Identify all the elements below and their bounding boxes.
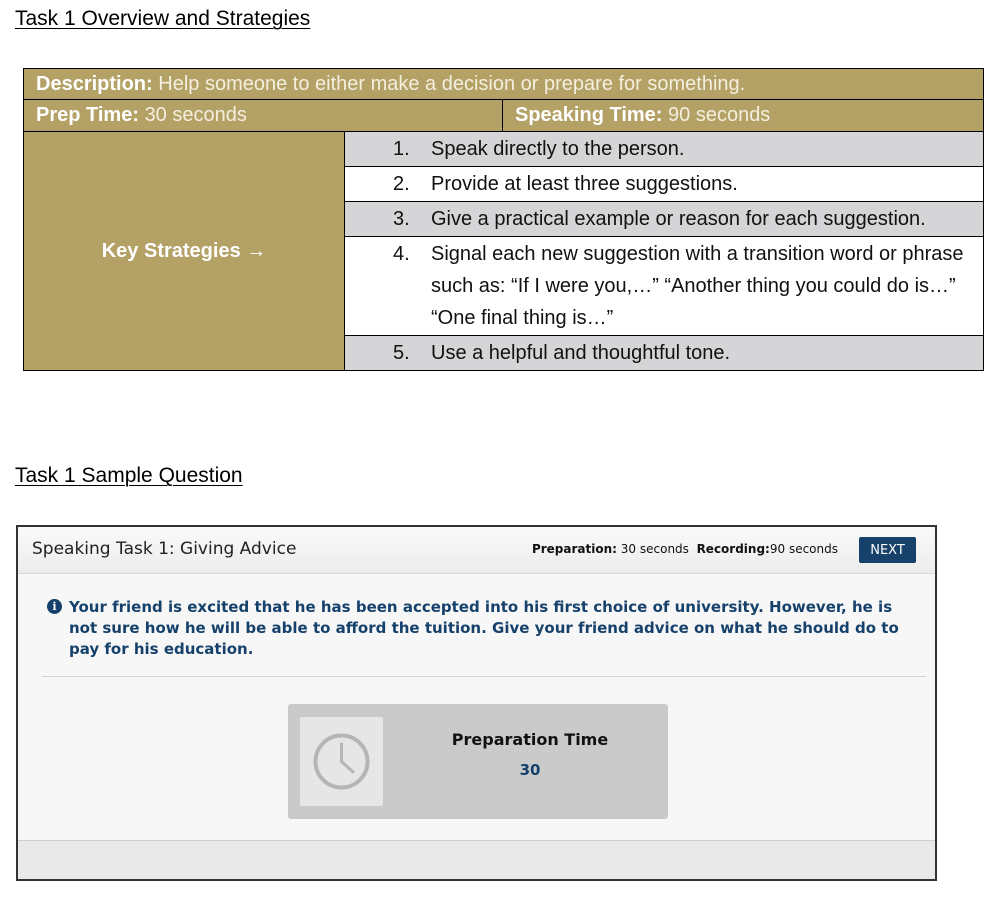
prep-time-label: Prep Time:: [36, 104, 139, 126]
preparation-label: Preparation:: [531, 542, 617, 556]
overview-heading: Task 1 Overview and Strategies: [15, 7, 311, 30]
strategy-number: 5.: [393, 342, 410, 364]
clock-icon: [313, 733, 370, 790]
strategy-number: 1.: [393, 138, 410, 160]
time-row: Prep Time: 30 seconds Speaking Time: 90 …: [23, 99, 984, 132]
strategy-text: Speak directly to the person.: [431, 138, 685, 160]
window-header: Speaking Task 1: Giving Advice Preparati…: [18, 527, 935, 574]
divider: [42, 676, 926, 677]
speaking-time-value: 90 seconds: [668, 104, 771, 126]
strategy-text: Give a practical example or reason for e…: [431, 208, 926, 230]
strategy-table: Description: Help someone to either make…: [23, 68, 984, 371]
sample-heading: Task 1 Sample Question: [15, 464, 243, 487]
strategy-item-3: 3. Give a practical example or reason for…: [344, 201, 984, 237]
timings: Preparation: 30 seconds Recording:90 sec…: [532, 542, 838, 556]
strategy-text: Provide at least three suggestions.: [431, 173, 738, 195]
strategy-text: Use a helpful and thoughtful tone.: [431, 342, 731, 364]
prep-time-value: 30 seconds: [144, 104, 247, 126]
description-cell: Description: Help someone to either make…: [23, 68, 984, 100]
strategy-item-5: 5. Use a helpful and thoughtful tone.: [344, 335, 984, 371]
strategy-number: 4.: [393, 243, 410, 265]
question-text-block: i Your friend is excited that he has bee…: [47, 597, 907, 660]
strategy-number: 3.: [393, 208, 410, 230]
question-text: Your friend is excited that he has been …: [69, 598, 899, 658]
window-title: Speaking Task 1: Giving Advice: [32, 539, 297, 559]
sample-question-window: Speaking Task 1: Giving Advice Preparati…: [16, 525, 937, 881]
strategy-item-4: 4. Signal each new suggestion with a tran…: [344, 236, 984, 336]
strategy-number: 2.: [393, 173, 410, 195]
prep-time-cell: Prep Time: 30 seconds: [24, 100, 503, 131]
recording-value: 90 seconds: [769, 542, 838, 556]
strategy-text: Signal each new suggestion with a transi…: [431, 243, 964, 329]
preparation-countdown: 30: [519, 761, 541, 779]
preparation-time-label: Preparation Time: [451, 730, 609, 749]
description-value: Help someone to either make a decision o…: [158, 72, 746, 95]
window-footer: [18, 840, 935, 879]
preparation-timer-box: Preparation Time 30: [288, 704, 668, 819]
description-label: Description:: [36, 72, 153, 95]
info-circle-icon: i: [47, 599, 62, 614]
clock-tile: [300, 717, 383, 806]
key-strategies-cell: Key Strategies →: [23, 131, 345, 371]
strategy-item-1: 1. Speak directly to the person.: [344, 131, 984, 167]
preparation-value: 30 seconds: [620, 542, 689, 556]
next-button[interactable]: NEXT: [859, 537, 916, 563]
strategy-item-2: 2. Provide at least three suggestions.: [344, 166, 984, 202]
recording-label: Recording:: [696, 542, 770, 556]
speaking-time-label: Speaking Time:: [515, 104, 663, 126]
speaking-time-cell: Speaking Time: 90 seconds: [503, 100, 983, 131]
key-strategies-label: Key Strategies →: [101, 239, 267, 262]
